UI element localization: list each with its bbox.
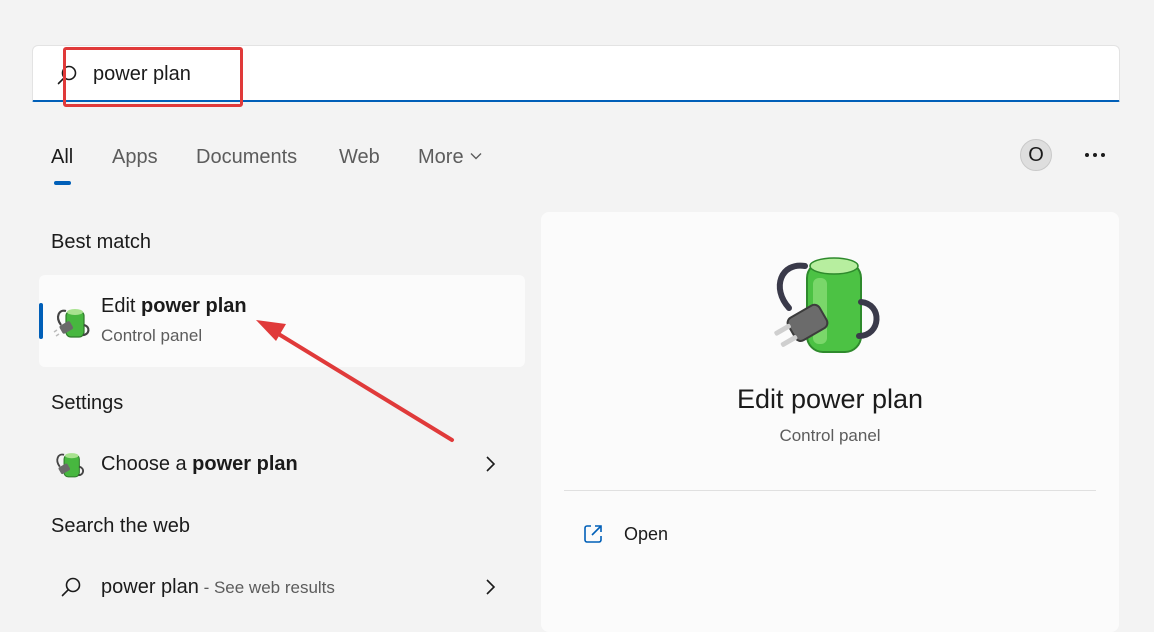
settings-item-title: Choose a power plan bbox=[101, 453, 298, 475]
search-input[interactable] bbox=[93, 58, 993, 90]
details-panel: Edit power plan Control panel Open bbox=[541, 212, 1119, 632]
account-avatar[interactable]: O bbox=[1020, 139, 1052, 171]
tab-documents[interactable]: Documents bbox=[196, 146, 297, 169]
more-options-icon[interactable] bbox=[1082, 142, 1108, 168]
chevron-right-icon bbox=[486, 456, 496, 472]
web-search-title: power plan - See web results bbox=[101, 576, 335, 598]
details-divider bbox=[564, 490, 1096, 491]
open-label: Open bbox=[624, 524, 669, 544]
power-plan-icon bbox=[56, 453, 85, 478]
web-search-item[interactable]: power plan - See web results bbox=[39, 561, 525, 613]
search-web-heading: Search the web bbox=[51, 515, 190, 537]
tab-all[interactable]: All bbox=[51, 146, 73, 169]
tab-apps[interactable]: Apps bbox=[112, 146, 158, 169]
open-external-icon bbox=[584, 525, 602, 543]
power-plan-large-icon bbox=[774, 257, 880, 353]
details-subtitle: Control panel bbox=[779, 426, 881, 445]
search-icon bbox=[61, 577, 81, 597]
chevron-right-icon bbox=[486, 579, 496, 595]
tab-more-label: More bbox=[418, 146, 464, 168]
tab-more[interactable]: More bbox=[418, 146, 482, 169]
best-match-title: Edit power plan bbox=[101, 295, 247, 317]
search-icon bbox=[57, 65, 77, 85]
open-button[interactable]: Open bbox=[581, 520, 831, 550]
settings-item-choose-power-plan[interactable]: Choose a power plan bbox=[39, 438, 525, 490]
search-box[interactable] bbox=[32, 45, 1120, 102]
details-title: Edit power plan bbox=[736, 384, 924, 414]
settings-heading: Settings bbox=[51, 392, 124, 414]
selection-indicator bbox=[39, 303, 43, 339]
best-match-heading: Best match bbox=[51, 231, 152, 253]
best-match-subtitle: Control panel bbox=[101, 326, 203, 345]
chevron-down-icon bbox=[470, 153, 482, 160]
tab-web[interactable]: Web bbox=[339, 146, 380, 169]
best-match-item[interactable]: Edit power plan Control panel bbox=[39, 275, 525, 367]
active-tab-indicator bbox=[54, 181, 71, 185]
power-plan-icon bbox=[53, 309, 90, 338]
